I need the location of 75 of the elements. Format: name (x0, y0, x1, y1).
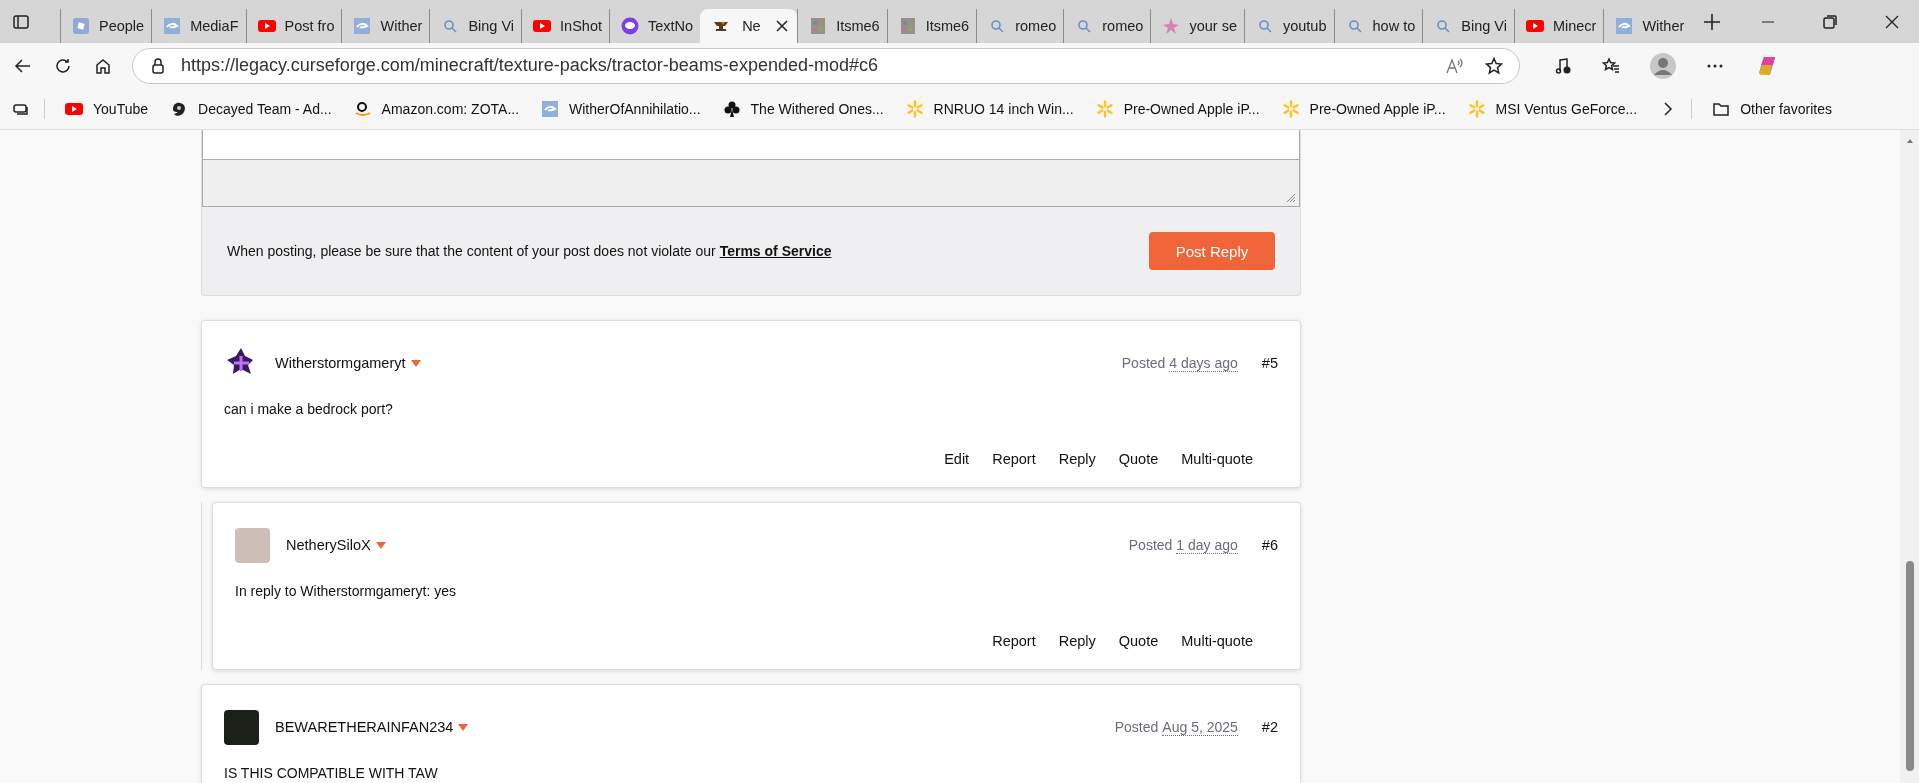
star-icon (1162, 17, 1181, 35)
other-favorites-folder[interactable]: Other favorites (1712, 99, 1832, 118)
post-number-link[interactable]: #2 (1261, 719, 1278, 735)
play-icon (533, 17, 552, 35)
chat-bubble-icon (621, 17, 639, 35)
comment-text: IS THIS COMPATIBLE WITH TAW (224, 765, 439, 781)
bookmark-link[interactable]: Amazon.com: ZOTA... (353, 99, 520, 118)
bookmark-link[interactable]: RNRUO 14 inch Win... (905, 99, 1074, 118)
comment-text: In reply to Witherstormgameryt: yes (235, 583, 457, 599)
action-link[interactable]: Edit (944, 451, 970, 467)
avatar-photo-placeholder (224, 709, 259, 745)
bookmark-link[interactable]: The Withered Ones... (722, 99, 884, 118)
club-icon (722, 99, 741, 118)
action-link[interactable]: Multi-quote (1181, 451, 1253, 467)
square-logo-icon (72, 17, 90, 35)
bookmark-link[interactable]: MSI Ventus GeForce... (1467, 99, 1638, 118)
bookmark-link[interactable]: YouTube (65, 99, 148, 118)
read-aloud-icon[interactable] (1445, 56, 1463, 75)
post-time: Aug 5, 2025 (1162, 718, 1238, 736)
username-link[interactable]: BEWARETHERAINFAN234 (275, 719, 454, 735)
posted-label: Posted (1121, 354, 1166, 372)
bookmark-link[interactable]: Pre-Owned Apple iP... (1281, 99, 1446, 118)
pixel-image-icon (898, 17, 917, 35)
action-link[interactable]: Reply (1058, 633, 1096, 649)
new-tab-icon[interactable] (1703, 12, 1722, 31)
action-link[interactable]: Quote (1118, 633, 1159, 649)
lock-icon (149, 56, 167, 75)
comment-text: can i make a bedrock port? (224, 401, 394, 417)
action-link[interactable]: Quote (1118, 451, 1159, 467)
profile-avatar-icon[interactable] (1650, 52, 1676, 79)
posted-label: Posted (1114, 718, 1159, 736)
action-link[interactable]: Reply (1058, 451, 1096, 467)
spark-icon (1095, 99, 1114, 118)
action-link[interactable]: Report (992, 633, 1036, 649)
caret-icon[interactable] (375, 541, 386, 549)
bookmark-link[interactable]: WitherOfAnnihilatio... (541, 99, 701, 118)
post-time: 1 day ago (1176, 536, 1238, 554)
refresh-icon[interactable] (54, 56, 72, 75)
smile-arrow-icon (353, 99, 372, 118)
music-note-icon[interactable] (1554, 56, 1572, 75)
play-icon (1525, 17, 1544, 35)
swirl-logo-icon (1615, 17, 1634, 35)
caret-icon[interactable] (410, 359, 421, 367)
favorites-icon[interactable] (1602, 56, 1620, 75)
swirl-logo-icon (163, 17, 182, 35)
swirl-logo-icon (353, 17, 372, 35)
post-number-link[interactable]: #6 (1261, 537, 1278, 553)
avatar-photo-placeholder (235, 527, 270, 563)
bookmark-link[interactable]: Decayed Team - Ad... (170, 99, 332, 118)
spark-icon (1281, 99, 1300, 118)
post-time: 4 days ago (1169, 354, 1238, 372)
swirl-logo-icon (541, 99, 560, 118)
spark-icon (905, 99, 924, 118)
sidebar-icon[interactable] (12, 12, 30, 31)
back-icon[interactable] (14, 56, 32, 75)
action-link[interactable]: Multi-quote (1181, 633, 1253, 649)
username-link[interactable]: Witherstormgameryt (275, 355, 406, 371)
scrollbar-thumb[interactable] (1905, 561, 1914, 771)
pixel-image-icon (809, 17, 828, 35)
address-bar[interactable]: https://legacy.curseforge.com/minecraft/texture-packs/tractor-beams-expended-mod#c6 (132, 47, 1520, 84)
username-link[interactable]: NetherySiloX (286, 537, 371, 553)
resize-grip-icon[interactable] (1286, 193, 1296, 203)
posting-notice: When posting, please be sure that the content of your post does not violate our Terms of Service (227, 243, 832, 259)
close-icon[interactable] (774, 18, 791, 34)
posted-label: Posted (1128, 536, 1173, 554)
action-link[interactable]: Report (992, 451, 1036, 467)
home-icon[interactable] (94, 56, 112, 75)
spark-icon (1467, 99, 1486, 118)
play-icon (257, 17, 276, 35)
caret-icon[interactable] (458, 723, 469, 731)
restore-icon[interactable] (1821, 12, 1839, 31)
post-number-link[interactable]: #5 (1261, 355, 1278, 371)
bookmark-link[interactable]: Pre-Owned Apple iP... (1095, 99, 1260, 118)
browser-tab[interactable]: Ne (700, 9, 798, 43)
star-outline-icon[interactable] (1485, 56, 1503, 75)
